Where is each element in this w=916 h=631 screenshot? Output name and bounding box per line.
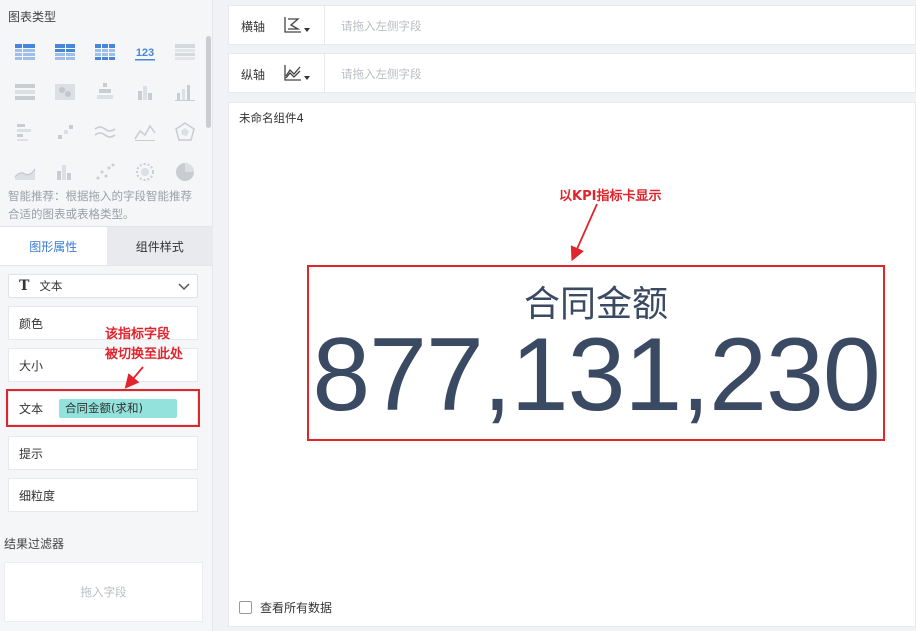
view-all-label: 查看所有数据 — [260, 601, 333, 615]
tab-graphic-props[interactable]: 图形属性 — [0, 227, 107, 265]
chevron-down-icon — [178, 283, 190, 291]
cross-table-icon[interactable] — [45, 32, 85, 72]
prop-text[interactable]: 文本 合同金额(求和) — [6, 389, 200, 427]
mark-type-label: 文本 — [39, 279, 63, 293]
dot-scatter-icon[interactable] — [85, 152, 125, 192]
grouped-table-icon[interactable] — [165, 32, 205, 72]
smart-recommend-hint: 智能推荐：根据拖入的字段智能推荐合适的图表或表格类型。 — [8, 189, 192, 221]
scatter-step-icon[interactable] — [45, 112, 85, 152]
prop-color-label: 颜色 — [19, 316, 44, 331]
prop-tooltip-label: 提示 — [19, 446, 44, 461]
prop-granularity[interactable]: 细粒度 — [8, 478, 198, 512]
kpi-number-icon[interactable]: 123 — [125, 32, 165, 72]
x-axis-row: 横轴 请拖入左侧字段 — [228, 5, 916, 46]
prop-granularity-label: 细粒度 — [19, 488, 56, 503]
result-filter-title: 结果过滤器 — [4, 537, 65, 551]
chart-types-scrollbar[interactable] — [206, 36, 211, 128]
radar-line-icon[interactable] — [125, 112, 165, 152]
component-name: 未命名组件4 — [239, 111, 304, 125]
table-icon[interactable] — [5, 32, 45, 72]
annotation-line-1: 该指标字段 — [105, 327, 171, 342]
y-axis-label: 纵轴 — [241, 68, 266, 82]
filter-drop-zone[interactable]: 拖入字段 — [4, 562, 203, 622]
multi-line-icon[interactable] — [85, 112, 125, 152]
polygon-icon[interactable] — [165, 112, 205, 152]
caret-down-icon — [304, 76, 310, 80]
bar-stack-icon[interactable] — [85, 72, 125, 112]
bubble-icon[interactable] — [125, 152, 165, 192]
text-field-pill[interactable]: 合同金额(求和) — [59, 398, 178, 418]
heatmap-icon[interactable] — [45, 72, 85, 112]
y-axis-chart-icon — [284, 65, 301, 81]
tab-component-style[interactable]: 组件样式 — [106, 227, 213, 265]
pie-icon[interactable] — [165, 152, 205, 192]
y-axis-drop-field[interactable]: 请拖入左侧字段 — [341, 66, 422, 82]
x-axis-chart-icon — [284, 17, 301, 33]
column-cluster-icon[interactable] — [45, 152, 85, 192]
view-all-data[interactable]: 查看所有数据 — [239, 599, 332, 616]
property-tabs: 图形属性 组件样式 — [0, 226, 213, 266]
column-icon[interactable] — [125, 72, 165, 112]
column-grouped-icon[interactable] — [165, 72, 205, 112]
x-axis-drop-field[interactable]: 请拖入左侧字段 — [341, 18, 422, 34]
horizontal-bar-icon[interactable] — [5, 112, 45, 152]
chart-types-title: 图表类型 — [8, 10, 57, 24]
area-icon[interactable] — [5, 152, 45, 192]
y-axis-divider — [324, 54, 325, 94]
x-axis-label: 横轴 — [241, 20, 266, 34]
chart-type-grid: 123 — [5, 32, 205, 192]
view-all-checkbox[interactable] — [239, 601, 252, 614]
chart-canvas: 未命名组件4 以KPI指标卡显示 合同金额 877,131,230 查看所有数据 — [228, 102, 916, 627]
field-switched-annotation: 该指标字段 被切换至此处 — [105, 325, 183, 365]
text-type-icon: T — [19, 278, 30, 294]
mark-type-select[interactable]: T 文本 — [8, 274, 198, 298]
prop-text-label: 文本 — [19, 401, 44, 416]
kpi-icon-text: 123 — [136, 47, 154, 59]
x-axis-type-dropdown[interactable] — [283, 14, 311, 34]
x-axis-divider — [324, 6, 325, 46]
left-panel: 图表类型 123 智能推荐：根据拖入的字段智能推荐合适的图表或表格类型。 图形属… — [0, 0, 213, 631]
kpi-card: 合同金额 877,131,230 — [307, 265, 885, 441]
y-axis-type-dropdown[interactable] — [283, 62, 311, 82]
caret-down-icon — [304, 28, 310, 32]
y-axis-row: 纵轴 请拖入左侧字段 — [228, 53, 916, 94]
detail-table-icon[interactable] — [85, 32, 125, 72]
kpi-value: 877,131,230 — [312, 317, 880, 433]
annotation-line-2: 被切换至此处 — [105, 347, 184, 362]
ranked-table-icon[interactable] — [5, 72, 45, 112]
prop-tooltip[interactable]: 提示 — [8, 436, 198, 470]
prop-size-label: 大小 — [19, 358, 44, 373]
kpi-card-annotation: 以KPI指标卡显示 — [559, 189, 662, 204]
